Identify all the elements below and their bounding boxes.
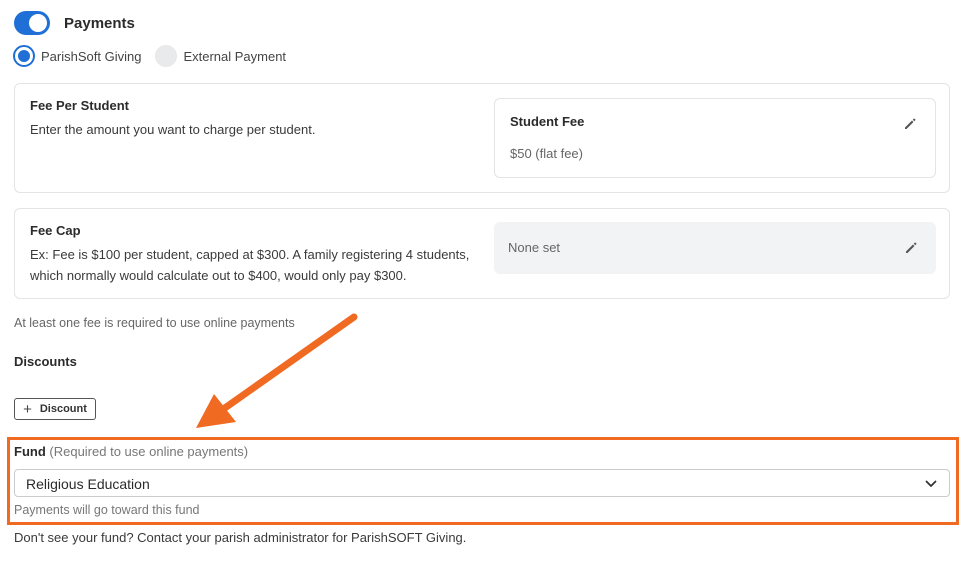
radio-label-external-payment[interactable]: External Payment: [183, 49, 286, 64]
payments-label: Payments: [64, 14, 135, 32]
fund-required-note: (Required to use online payments): [49, 444, 249, 459]
payments-toggle[interactable]: [14, 11, 50, 35]
toggle-knob: [29, 14, 47, 32]
fund-footer-text: Don't see your fund? Contact your parish…: [14, 530, 467, 545]
fee-per-student-title: Fee Per Student: [30, 98, 129, 113]
student-fee-value: $50 (flat fee): [510, 146, 583, 161]
fund-selected-value: Religious Education: [26, 476, 150, 492]
fee-per-student-description: Enter the amount you want to charge per …: [30, 122, 316, 137]
fund-label-text: Fund: [14, 444, 46, 459]
fee-required-helper: At least one fee is required to use onli…: [14, 316, 295, 330]
chevron-down-icon: [925, 480, 937, 487]
radio-external-payment[interactable]: [155, 45, 178, 67]
fund-helper: Payments will go toward this fund: [14, 503, 200, 517]
payment-method-group: ParishSoft Giving External Payment: [13, 45, 286, 67]
radio-parishsoft-giving[interactable]: [13, 45, 35, 67]
radio-label-parishsoft-giving[interactable]: ParishSoft Giving: [41, 49, 141, 64]
plus-icon: +: [23, 400, 32, 418]
fund-label: Fund (Required to use online payments): [14, 444, 248, 459]
student-fee-title: Student Fee: [510, 114, 585, 129]
fund-select[interactable]: Religious Education: [14, 469, 950, 497]
fee-cap-description: Ex: Fee is $100 per student, capped at $…: [30, 247, 470, 283]
fee-per-student-card: Fee Per Student Enter the amount you wan…: [14, 83, 950, 193]
fee-cap-title: Fee Cap: [30, 223, 81, 238]
discounts-heading: Discounts: [14, 354, 77, 369]
fee-cap-box: None set: [494, 222, 936, 274]
fee-cap-value: None set: [508, 240, 561, 255]
pencil-icon[interactable]: [903, 117, 917, 131]
fee-cap-card: Fee Cap Ex: Fee is $100 per student, cap…: [14, 208, 950, 299]
add-discount-button[interactable]: + Discount: [14, 398, 96, 420]
add-discount-label: Discount: [39, 403, 87, 415]
pencil-icon[interactable]: [904, 241, 918, 255]
student-fee-box: Student Fee $50 (flat fee): [494, 98, 936, 178]
payments-toggle-row: Payments: [14, 11, 135, 35]
